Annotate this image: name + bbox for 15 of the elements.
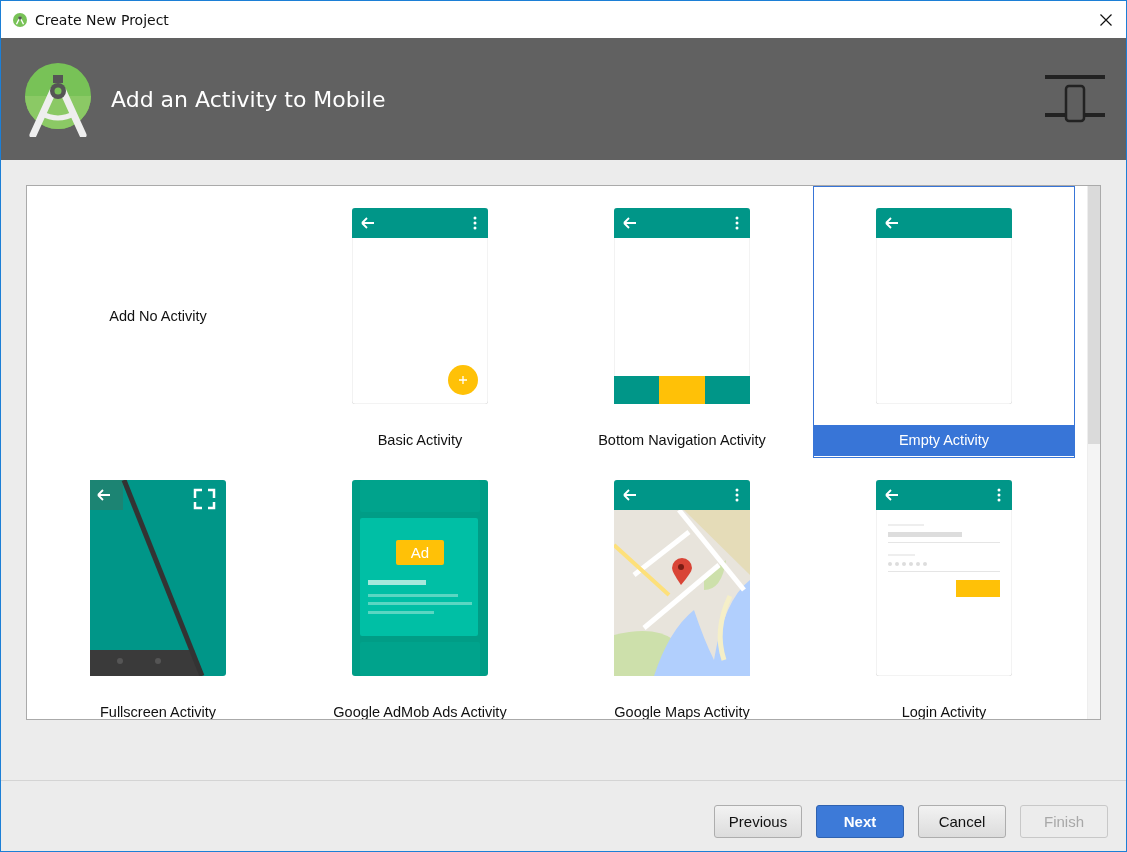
ad-label: Ad (410, 544, 430, 561)
app-logo-icon (23, 61, 93, 137)
phone-layout-icon (1045, 75, 1107, 123)
activity-option[interactable]: Basic Activity (289, 186, 551, 458)
app-logo-icon (13, 12, 27, 27)
activity-option[interactable]: Add No Activity (27, 186, 289, 458)
activity-option[interactable]: Empty Activity (813, 186, 1075, 458)
scrollbar-thumb[interactable] (1088, 186, 1100, 444)
dialog-button[interactable]: Cancel (918, 804, 1006, 838)
dialog-button[interactable]: Next (816, 804, 904, 838)
close-icon[interactable] (1100, 13, 1112, 26)
dialog-button[interactable]: Previous (714, 804, 802, 838)
activity-option[interactable]: Bottom Navigation Activity (551, 186, 813, 458)
window-title: Create New Project (35, 11, 170, 28)
header-title: Add an Activity to Mobile (111, 86, 387, 112)
